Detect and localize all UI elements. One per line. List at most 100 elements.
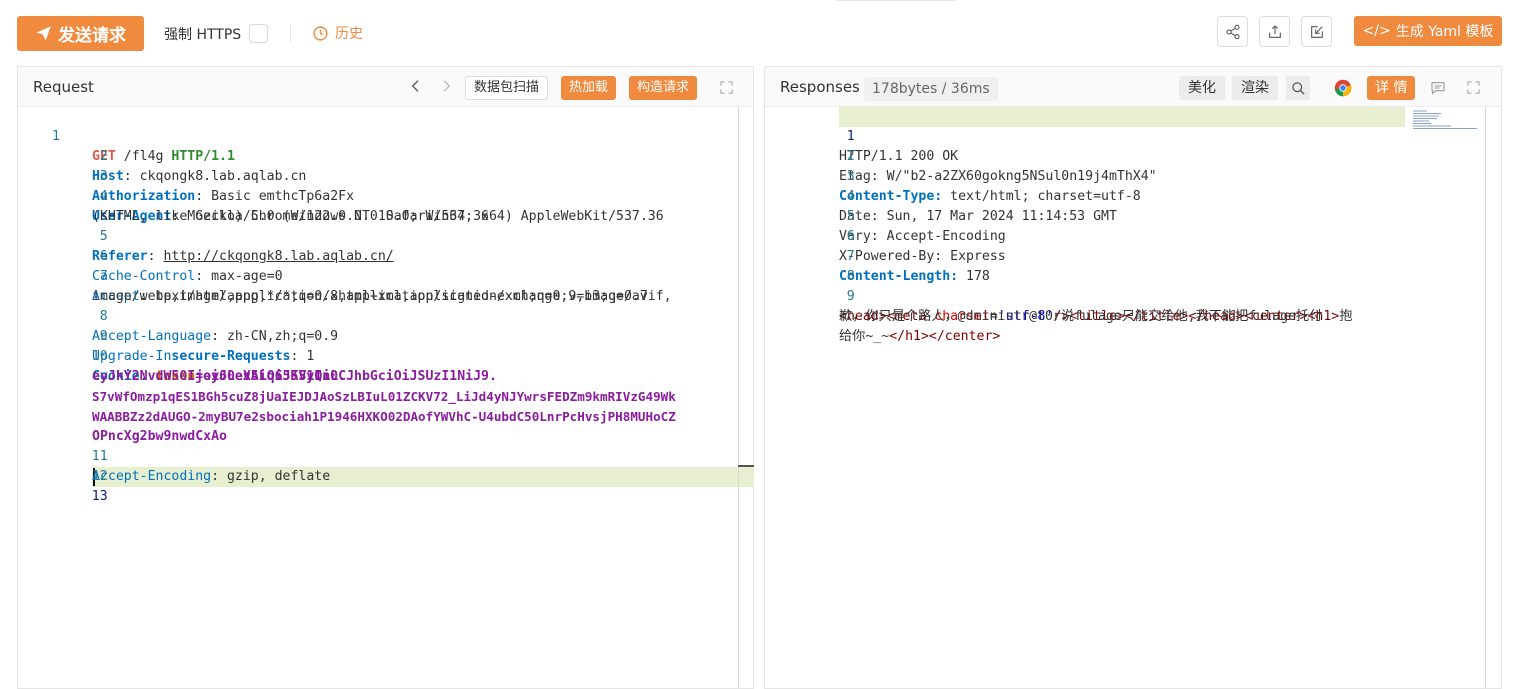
code-line: 4 User-Agent: Mozilla/5.0 (Windows NT 10… [18,167,664,224]
export-button[interactable] [1259,16,1290,47]
header-value: text/html; charset=utf-8 [942,189,1141,204]
comment-icon[interactable] [1430,80,1446,96]
response-header: Responses 178bytes / 36ms 美化 渲染 详 情 [765,67,1501,107]
generate-yaml-button[interactable]: </> 生成 Yaml 模板 [1354,16,1502,46]
chevron-left-icon[interactable] [408,78,424,94]
code-line: 12 [18,447,108,484]
line-number: 2 [846,149,855,164]
line-number: 13 [91,489,108,504]
line-number: 8 [99,309,108,324]
line-number: 7 [846,249,855,264]
search-icon [1291,81,1305,95]
divider [290,24,291,42]
expand-icon[interactable] [1466,80,1481,95]
status-line: HTTP/1.1 200 OK [839,149,959,164]
top-toolbar: 发送请求 强制 HTTPS 历史 </> 生成 Yaml 模板 [0,0,1517,66]
code-line: 8 Accept-Language: zh-CN,zh;q=0.9 [18,287,338,344]
line-number: 7 [99,269,108,284]
request-scrollbar[interactable] [738,107,739,688]
share-icon [1225,24,1240,39]
packet-scan-button[interactable]: 数据包扫描 [465,76,549,100]
header-key: Accept-Language [92,329,212,344]
code-line-wrap: S7vWfOmzp1qES1BGh5cuZ8jUaIEJDJAoSzLBIuL0… [18,367,676,404]
share-button[interactable] [1217,16,1248,47]
hot-load-button[interactable]: 热加载 [561,76,617,100]
build-request-button[interactable]: 构造请求 [629,76,698,100]
scroll-marker [738,465,754,467]
code-line: 2 Host: ckqongk8.lab.aqlab.cn [18,127,306,184]
force-https-checkbox[interactable] [249,24,268,43]
chevron-right-icon[interactable] [438,78,454,94]
history-button[interactable]: 历史 [312,23,363,43]
response-scrollbar[interactable] [1485,107,1486,688]
line-number: 5 [99,229,108,244]
line-number: 3 [99,169,108,184]
upload-icon [1268,24,1281,38]
response-size-time: 178bytes / 36ms [864,77,998,101]
code-line: 1 GET /fl4g HTTP/1.1 [18,107,235,164]
header-separator: : [147,249,164,264]
detail-button[interactable]: 详 情 [1367,76,1416,100]
minimap[interactable] [1411,109,1481,131]
beautify-button[interactable]: 美化 [1179,76,1225,100]
request-editor[interactable]: 1 GET /fl4g HTTP/1.1 2 Host: ckqongk8.la… [18,107,754,688]
chrome-icon[interactable] [1334,79,1352,97]
line-number: 9 [99,329,108,344]
code-line-wrap: image/webp,image/apng,*/*;q=0.8,applicat… [18,267,648,304]
cookie-value: OPncXg2bw9nwdCxAo [92,429,227,444]
import-button[interactable] [1301,16,1332,47]
generate-yaml-label: 生成 Yaml 模板 [1395,24,1494,40]
cookie-value: eyJhY2NvdW50Ijoi6Lev5Lq655SyIn0. [92,369,347,384]
line-number: 12 [91,469,108,484]
header-key: Content-Length: [839,269,959,284]
line-number: 10 [91,349,108,364]
request-header: Request 数据包扫描 热加载 构造请求 [18,67,753,107]
code-line-wrap: OPncXg2bw9nwdCxAo [18,407,227,444]
header-line: Date: Sun, 17 Mar 2024 11:14:53 GMT [839,209,1117,224]
code-icon: </> [1362,23,1391,39]
search-button[interactable] [1286,76,1310,100]
http-version: HTTP/1.1 [171,149,235,164]
request-panel: Request 数据包扫描 热加载 构造请求 1 GET /fl4g HTTP/… [17,66,754,689]
code-line-wrap: 给你~_~</h1></center> [765,307,1000,344]
response-title: Responses [780,78,860,96]
line-number: 6 [846,229,855,244]
response-editor[interactable]: 1 HTTP/1.1 200 OK 2 Etag: W/"b2-a2ZX60go… [765,107,1501,688]
history-label: 历史 [335,26,363,42]
header-key: Accept-Encoding [92,469,212,484]
line-number: 1 [846,129,855,144]
header-line: X-Powered-By: Express [839,249,1006,264]
line-number: 5 [846,209,855,224]
header-value: (KHTML, like Gecko) Chrome/122.0.0.0 Saf… [92,209,489,224]
code-line-wrap: (KHTML, like Gecko) Chrome/122.0.0.0 Saf… [18,187,489,224]
header-value: 178 [958,269,990,284]
line-number: 4 [99,189,108,204]
request-path: /fl4g [115,149,172,164]
cookie-value: WAABBZz2dAUGO-2myBU7e2sbociah1P1946HXKO0… [92,409,676,424]
line-number: 2 [99,149,108,164]
code-line: 8 [765,247,855,284]
line-number: 3 [846,169,855,184]
current-line-highlight [839,107,1405,127]
body-text: 歉，你只是个路人，@dministr@t0r说fulage只能交给他,我不能把f… [839,309,1323,324]
force-https-label: 强制 HTTPS [164,27,242,43]
body-text: 给你~_~ [839,329,890,344]
header-value: : 1 [290,349,315,364]
header-value: image/webp,image/apng,*/*;q=0.8,applicat… [92,289,648,304]
code-line: 9 Upgrade-Insecure-Requests: 1 [18,307,314,364]
header-key: secure-Requests [171,349,291,364]
expand-icon[interactable] [719,80,734,95]
send-request-button[interactable]: 发送请求 [17,16,144,51]
line-number: 9 [846,289,855,304]
header-value: : ckqongk8.lab.aqlab.cn [123,169,307,184]
code-line: 3 Content-Type: text/html; charset=utf-8 [765,147,1141,204]
body-text: 抱 [1339,309,1353,324]
code-line: 10 Cookie: token=eyJ0eXAiOiJKV1QiLCJhbGc… [18,327,497,384]
render-button[interactable]: 渲染 [1232,76,1278,100]
html-tag: </h1></center> [889,329,1001,344]
code-line: 6 X-Powered-By: Express [765,207,1006,264]
code-line: 3 Authorization: Basic emthcTp6a2Fx [18,147,354,204]
code-line-wrap: 歉，你只是个路人，@dministr@t0r说fulage只能交给他,我不能把f… [765,287,1322,324]
referer-link[interactable]: http://ckqongk8.lab.aqlab.cn/ [163,249,393,264]
code-line: 13 [18,467,108,504]
